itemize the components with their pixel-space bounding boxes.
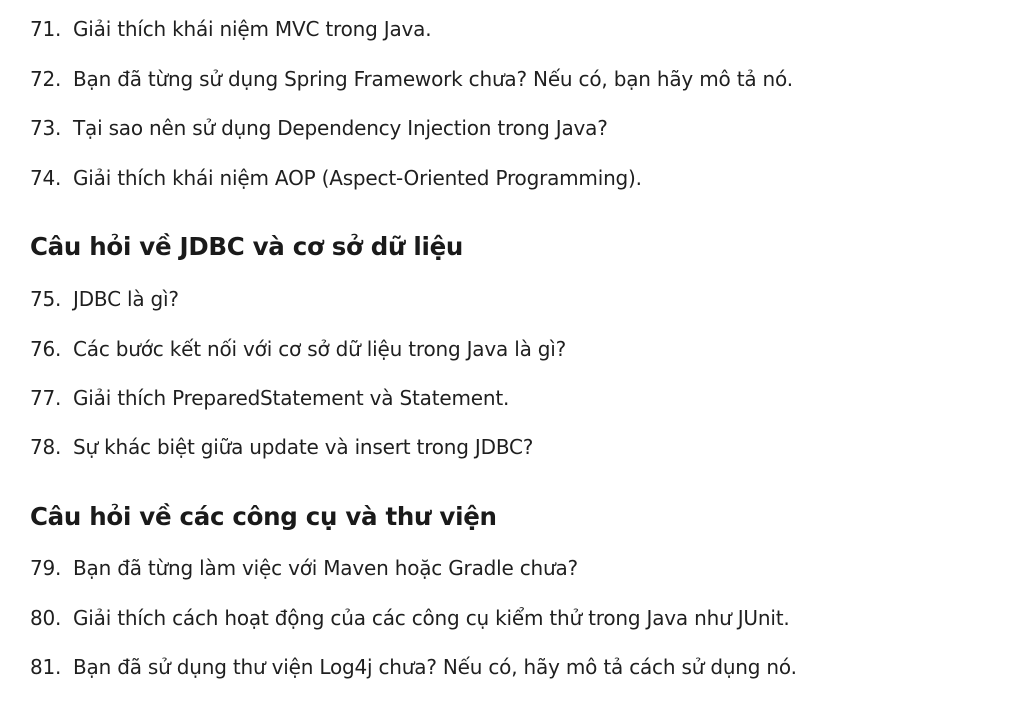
item-number: 79. — [30, 556, 62, 580]
list-item: 75. JDBC là gì? — [30, 286, 179, 312]
item-number: 75. — [30, 287, 62, 311]
item-text: Giải thích cách hoạt động của các công c… — [73, 606, 790, 630]
item-number: 71. — [30, 17, 62, 41]
item-text: Giải thích khái niệm MVC trong Java. — [73, 17, 432, 41]
list-item: 81. Bạn đã sử dụng thư viện Log4j chưa? N… — [30, 654, 797, 680]
list-item: 76. Các bước kết nối với cơ sở dữ liệu tr… — [30, 336, 566, 362]
item-number: 78. — [30, 435, 62, 459]
item-number: 81. — [30, 655, 62, 679]
list-item: 80. Giải thích cách hoạt động của các côn… — [30, 605, 790, 631]
list-item: 71. Giải thích khái niệm MVC trong Java. — [30, 16, 432, 42]
list-item: 78. Sự khác biệt giữa update và insert tr… — [30, 434, 533, 460]
item-number: 76. — [30, 337, 62, 361]
item-text: Bạn đã từng làm việc với Maven hoặc Grad… — [73, 556, 578, 580]
item-number: 80. — [30, 606, 62, 630]
list-item: 79. Bạn đã từng làm việc với Maven hoặc G… — [30, 555, 578, 581]
item-text: Bạn đã sử dụng thư viện Log4j chưa? Nếu … — [73, 655, 797, 679]
list-item: 72. Bạn đã từng sử dụng Spring Framework … — [30, 66, 793, 92]
item-text: Tại sao nên sử dụng Dependency Injection… — [73, 116, 608, 140]
section-heading-tools: Câu hỏi về các công cụ và thư viện — [30, 502, 497, 531]
section-heading-jdbc: Câu hỏi về JDBC và cơ sở dữ liệu — [30, 232, 464, 261]
item-number: 72. — [30, 67, 62, 91]
item-number: 73. — [30, 116, 62, 140]
item-text: Bạn đã từng sử dụng Spring Framework chư… — [73, 67, 793, 91]
item-text: Giải thích PreparedStatement và Statemen… — [73, 386, 510, 410]
item-text: JDBC là gì? — [73, 287, 179, 311]
list-item: 73. Tại sao nên sử dụng Dependency Inject… — [30, 115, 608, 141]
item-number: 74. — [30, 166, 62, 190]
item-number: 77. — [30, 386, 62, 410]
item-text: Sự khác biệt giữa update và insert trong… — [73, 435, 534, 459]
item-text: Các bước kết nối với cơ sở dữ liệu trong… — [73, 337, 567, 361]
list-item: 74. Giải thích khái niệm AOP (Aspect-Orie… — [30, 165, 642, 191]
item-text: Giải thích khái niệm AOP (Aspect-Oriente… — [73, 166, 642, 190]
list-item: 77. Giải thích PreparedStatement và State… — [30, 385, 509, 411]
